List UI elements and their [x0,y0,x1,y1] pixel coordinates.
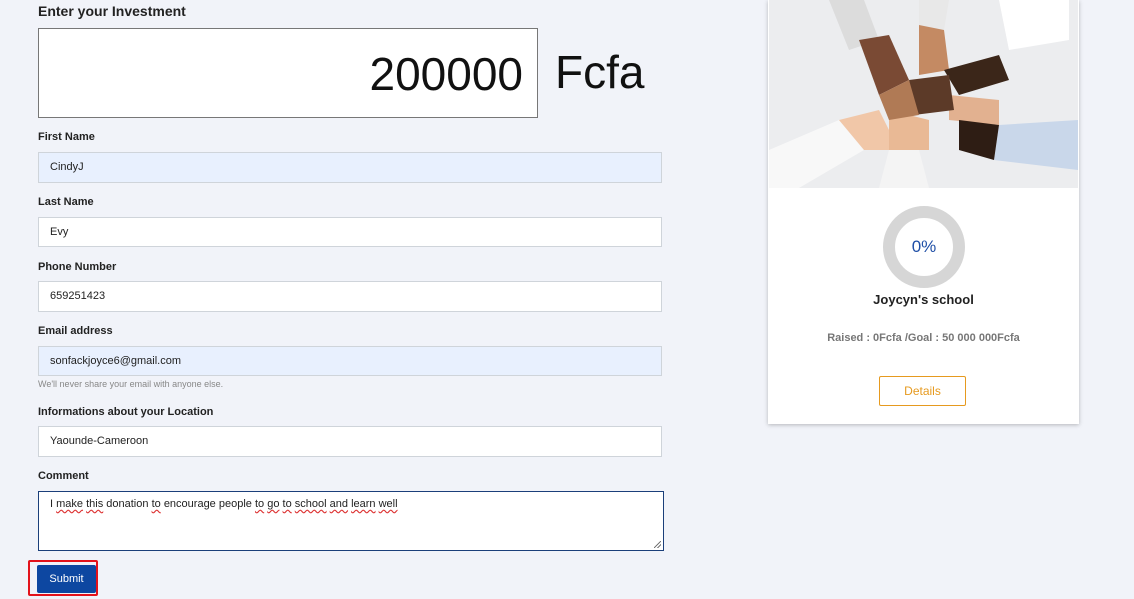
comment-word: this [86,498,104,510]
first-name-field[interactable]: CindyJ [38,152,662,183]
location-label: Informations about your Location [38,406,214,418]
comment-word: school [294,498,327,510]
first-name-label: First Name [38,131,95,143]
comment-textarea[interactable]: I make this donation to encourage people… [38,491,664,551]
raised-goal-text: Raised : 0Fcfa /Goal : 50 000 000Fcfa [827,332,1020,344]
comment-word: to [282,498,292,510]
details-button[interactable]: Details [879,376,966,406]
comment-word: make [56,498,84,510]
submit-button[interactable]: Submit [37,565,96,593]
comment-word: to [151,498,161,510]
joined-hands-illustration [769,0,1078,188]
comment-word: people [218,498,252,510]
comment-word: I [50,498,54,510]
donation-page: Enter your Investment 200000 Fcfa First … [0,0,1134,599]
investment-amount-input[interactable]: 200000 [38,28,538,118]
last-name-field[interactable]: Evy [38,217,662,247]
investment-title: Enter your Investment [38,3,186,19]
investment-amount-value: 200000 [369,48,524,100]
comment-word: and [329,498,349,510]
comment-word: go [267,498,280,510]
campaign-title: Joycyn's school [873,292,974,307]
currency-label: Fcfa [555,46,645,98]
last-name-label: Last Name [38,196,94,208]
email-help-text: We'll never share your email with anyone… [38,379,224,389]
comment-word: encourage [163,498,216,510]
comment-word: learn [351,498,376,510]
location-field[interactable]: Yaounde-Cameroon [38,426,662,457]
campaign-image [769,0,1078,188]
progress-percent-text: 0% [911,237,937,256]
campaign-card: 0% Joycyn's school Raised : 0Fcfa /Goal … [768,0,1079,424]
progress-ring: 0% [883,206,965,288]
email-field[interactable]: sonfackjoyce6@gmail.com [38,346,662,376]
comment-word: well [378,498,398,510]
comment-word: to [254,498,265,510]
phone-number-field[interactable]: 659251423 [38,281,662,312]
resize-grip-icon[interactable] [654,541,661,548]
comment-label: Comment [38,470,89,482]
phone-number-label: Phone Number [38,261,117,273]
email-label: Email address [38,325,113,337]
comment-word: donation [106,498,149,510]
